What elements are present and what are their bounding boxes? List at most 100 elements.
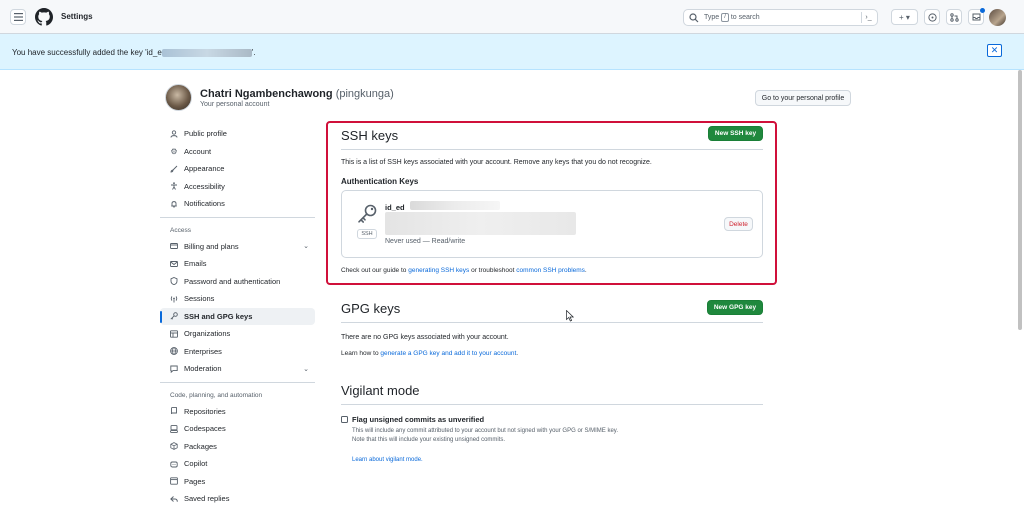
flash-message-suffix: '.: [251, 48, 256, 57]
mail-icon: [170, 260, 178, 268]
ssh-keys-heading: SSH keys: [341, 128, 399, 143]
chevron-down-icon[interactable]: ⌄: [303, 365, 309, 373]
notification-indicator: [980, 8, 985, 13]
section-divider: [341, 404, 763, 405]
sidebar-item-copilot[interactable]: Copilot: [160, 455, 315, 473]
sidebar-item-codespaces[interactable]: Codespaces: [160, 420, 315, 438]
menu-icon: [13, 13, 23, 21]
vigilant-description-line-1: This will include any commit attributed …: [352, 428, 619, 434]
sidebar-item-label: Moderation: [184, 364, 222, 374]
flag-unsigned-commits-label[interactable]: Flag unsigned commits as unverified: [352, 415, 484, 424]
go-to-profile-button[interactable]: Go to your personal profile: [755, 90, 851, 106]
sidebar-item-label: Accessibility: [184, 181, 225, 191]
repo-icon: [170, 407, 178, 415]
sidebar-item-billing[interactable]: Billing and plans ⌄: [160, 238, 315, 256]
new-ssh-key-button[interactable]: New SSH key: [708, 126, 763, 141]
shield-lock-icon: [170, 277, 178, 286]
user-avatar-menu[interactable]: [989, 9, 1006, 26]
close-icon: ✕: [990, 45, 999, 55]
sidebar-divider: [160, 381, 315, 383]
sidebar-item-notifications[interactable]: Notifications: [160, 195, 315, 213]
sidebar-item-saved-replies[interactable]: Saved replies: [160, 490, 315, 508]
hamburger-menu-button[interactable]: [10, 9, 26, 25]
user-handle: (pingkunga): [335, 88, 394, 100]
sidebar-item-emails[interactable]: Emails: [160, 255, 315, 273]
sidebar-item-label: Enterprises: [184, 346, 222, 356]
redacted-key-fingerprint: [385, 212, 576, 235]
bell-icon: [170, 200, 178, 208]
sidebar-item-label: Organizations: [184, 329, 231, 339]
user-display-name: Chatri Ngambenchawong (pingkunga): [200, 88, 394, 100]
ssh-help-prefix: Check out our guide to: [341, 267, 407, 274]
sidebar-item-label: Notifications: [184, 199, 225, 209]
person-icon: [170, 130, 178, 138]
chevron-down-icon[interactable]: ⌄: [303, 242, 309, 250]
search-shortcut-key: /: [721, 13, 729, 22]
sidebar-item-ssh-gpg-keys[interactable]: SSH and GPG keys: [160, 307, 315, 325]
globe-icon: [170, 347, 178, 356]
sidebar-item-enterprises[interactable]: Enterprises: [160, 343, 315, 361]
redacted-key-title: [410, 201, 500, 210]
settings-sidebar: Public profile ⚙ Account Appearance Acce…: [160, 125, 315, 508]
plus-icon: + ▾: [899, 12, 910, 22]
sidebar-item-moderation[interactable]: Moderation ⌄: [160, 360, 315, 378]
ssh-help-text: Check out our guide to generating SSH ke…: [341, 267, 587, 274]
sidebar-divider: [160, 216, 315, 218]
ssh-key-type-badge: SSH: [357, 229, 377, 239]
user-avatar: [165, 84, 192, 111]
ssh-key-usage-status: Never used — Read/write: [385, 238, 466, 245]
account-type-label: Your personal account: [200, 101, 270, 108]
generate-gpg-key-link[interactable]: generate a GPG key and add it to your ac…: [380, 350, 516, 357]
accessibility-icon: [170, 182, 178, 190]
package-icon: [170, 442, 178, 451]
codespaces-icon: [170, 424, 178, 433]
gpg-keys-heading: GPG keys: [341, 301, 401, 316]
generating-ssh-keys-link[interactable]: generating SSH keys: [408, 267, 469, 274]
vigilant-mode-heading: Vigilant mode: [341, 383, 420, 398]
paintbrush-icon: [170, 165, 178, 173]
command-palette-button[interactable]: ›_: [861, 12, 875, 23]
sidebar-item-accessibility[interactable]: Accessibility: [160, 178, 315, 196]
sidebar-item-public-profile[interactable]: Public profile: [160, 125, 315, 143]
search-placeholder-lead: Type: [704, 14, 720, 21]
sidebar-item-sessions[interactable]: Sessions: [160, 290, 315, 308]
gpg-help-prefix: Learn how to: [341, 350, 379, 357]
user-full-name: Chatri Ngambenchawong: [200, 88, 333, 100]
ssh-help-suffix: .: [584, 267, 587, 274]
sidebar-item-label: SSH and GPG keys: [184, 311, 253, 321]
new-gpg-key-button[interactable]: New GPG key: [707, 300, 763, 315]
report-icon: [170, 365, 178, 373]
sidebar-item-appearance[interactable]: Appearance: [160, 160, 315, 178]
sidebar-item-account[interactable]: ⚙ Account: [160, 143, 315, 161]
browser-icon: [170, 477, 178, 485]
mouse-pointer-icon: [566, 310, 574, 322]
flash-message: You have successfully added the key 'id_…: [12, 48, 256, 57]
credit-card-icon: [170, 242, 178, 250]
sidebar-item-password-auth[interactable]: Password and authentication: [160, 273, 315, 291]
issues-button[interactable]: [924, 9, 940, 25]
copilot-icon: [170, 460, 178, 468]
success-flash-banner: You have successfully added the key 'id_…: [0, 34, 1024, 70]
table-icon: [170, 330, 178, 338]
flag-unsigned-commits-checkbox[interactable]: [341, 416, 348, 423]
flash-close-button[interactable]: ✕: [987, 44, 1002, 57]
github-logo-icon[interactable]: [35, 8, 53, 26]
sidebar-item-repositories[interactable]: Repositories: [160, 403, 315, 421]
learn-vigilant-mode-link[interactable]: Learn about vigilant mode.: [352, 457, 423, 463]
sidebar-item-packages[interactable]: Packages: [160, 438, 315, 456]
delete-ssh-key-button[interactable]: Delete: [724, 217, 753, 231]
create-new-button[interactable]: + ▾: [891, 9, 918, 25]
sidebar-item-label: Public profile: [184, 129, 227, 139]
pull-requests-button[interactable]: [946, 9, 962, 25]
sidebar-item-label: Billing and plans: [184, 241, 239, 251]
key-icon: [358, 204, 377, 223]
search-input[interactable]: Type / to search ›_: [683, 9, 878, 26]
sidebar-item-organizations[interactable]: Organizations: [160, 325, 315, 343]
sidebar-item-label: Packages: [184, 441, 217, 451]
authentication-keys-heading: Authentication Keys: [341, 177, 419, 186]
sidebar-item-pages[interactable]: Pages: [160, 473, 315, 491]
search-placeholder-tail: to search: [730, 14, 760, 21]
common-ssh-problems-link[interactable]: common SSH problems: [516, 267, 585, 274]
sidebar-item-label: Saved replies: [184, 494, 230, 504]
page-scrollbar[interactable]: [1018, 70, 1022, 330]
